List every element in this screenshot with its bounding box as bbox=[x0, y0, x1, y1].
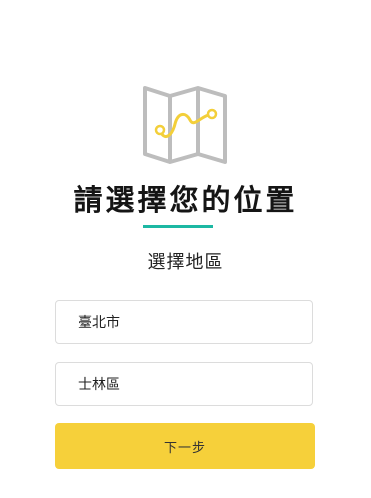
next-button-label: 下一步 bbox=[163, 440, 206, 456]
city-select[interactable]: 臺北市 bbox=[55, 300, 313, 344]
district-select[interactable]: 士林區 bbox=[55, 362, 313, 406]
title-underline bbox=[143, 225, 213, 228]
page-title: 請選擇您的位置 bbox=[73, 183, 298, 217]
region-subtitle: 選擇地區 bbox=[147, 252, 224, 273]
next-button[interactable]: 下一步 bbox=[55, 423, 315, 469]
district-select-value: 士林區 bbox=[78, 377, 120, 393]
city-select-value: 臺北市 bbox=[78, 315, 120, 331]
folded-map-icon bbox=[143, 86, 227, 164]
